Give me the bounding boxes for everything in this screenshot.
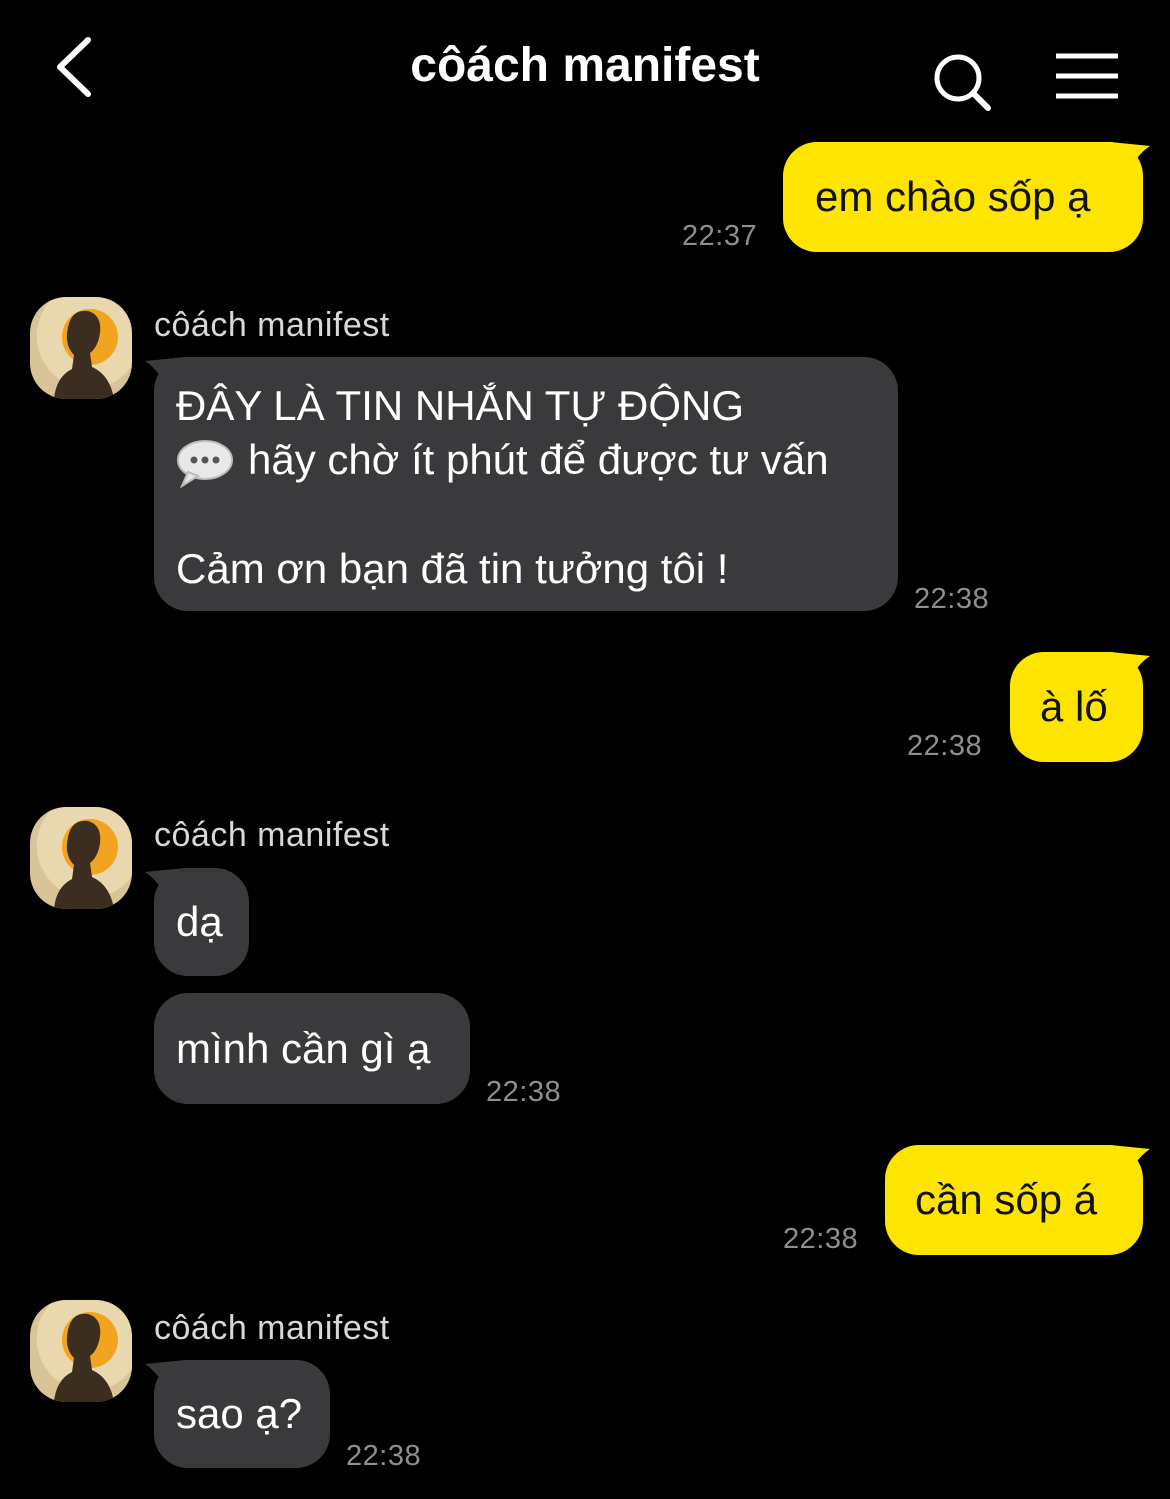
avatar[interactable] — [30, 1300, 132, 1402]
avatar[interactable] — [30, 297, 132, 399]
message-time: 22:38 — [907, 730, 983, 762]
avatar-portrait-icon — [54, 1312, 118, 1402]
chat-header: côách manifest — [0, 0, 1170, 140]
message-time: 22:38 — [783, 1223, 859, 1255]
outgoing-message-bubble[interactable]: cần sốp á — [885, 1145, 1143, 1255]
bubble-tail — [1110, 142, 1150, 180]
message-text: dạ — [176, 898, 223, 945]
message-time: 22:38 — [914, 583, 990, 615]
message-time: 22:37 — [682, 220, 758, 252]
message-time: 22:38 — [486, 1076, 562, 1108]
incoming-message-bubble[interactable]: mình cần gì ạ — [154, 993, 470, 1104]
message-line — [176, 488, 876, 542]
sender-name: côách manifest — [154, 816, 390, 854]
message-text: em chào sốp ạ — [815, 173, 1091, 220]
search-button[interactable] — [930, 50, 994, 114]
avatar[interactable] — [30, 807, 132, 909]
message-line: ĐÂY LÀ TIN NHẮN TỰ ĐỘNG — [176, 382, 744, 429]
avatar-portrait-icon — [54, 819, 118, 909]
message-text: sao ạ? — [176, 1390, 303, 1437]
outgoing-message-bubble[interactable]: em chào sốp ạ — [783, 142, 1143, 252]
chat-title: côách manifest — [410, 39, 760, 92]
message-line-with-emoji: hãy chờ ít phút để được tư vấn — [176, 433, 876, 488]
message-time: 22:38 — [346, 1440, 422, 1472]
hamburger-menu-icon — [1056, 53, 1118, 99]
incoming-message-bubble[interactable]: sao ạ? — [154, 1360, 330, 1468]
message-line: Cảm ơn bạn đã tin tưởng tôi ! — [176, 544, 729, 592]
bubble-tail — [1110, 652, 1150, 690]
incoming-message-bubble[interactable]: dạ — [154, 868, 249, 976]
message-text: cần sốp á — [915, 1176, 1098, 1223]
avatar-portrait-icon — [54, 309, 118, 399]
sender-name: côách manifest — [154, 306, 390, 344]
menu-button[interactable] — [1052, 50, 1122, 106]
incoming-message-bubble[interactable]: ĐÂY LÀ TIN NHẮN TỰ ĐỘNG hãy chờ ít phút … — [154, 357, 898, 611]
message-text: hãy chờ ít phút để được tư vấn — [248, 436, 829, 483]
search-icon — [934, 54, 991, 111]
bubble-tail — [1110, 1145, 1150, 1183]
speech-balloon-icon — [177, 439, 233, 488]
sender-name: côách manifest — [154, 1309, 390, 1347]
message-text: à lố — [1040, 683, 1108, 730]
message-text: mình cần gì ạ — [176, 1024, 431, 1072]
